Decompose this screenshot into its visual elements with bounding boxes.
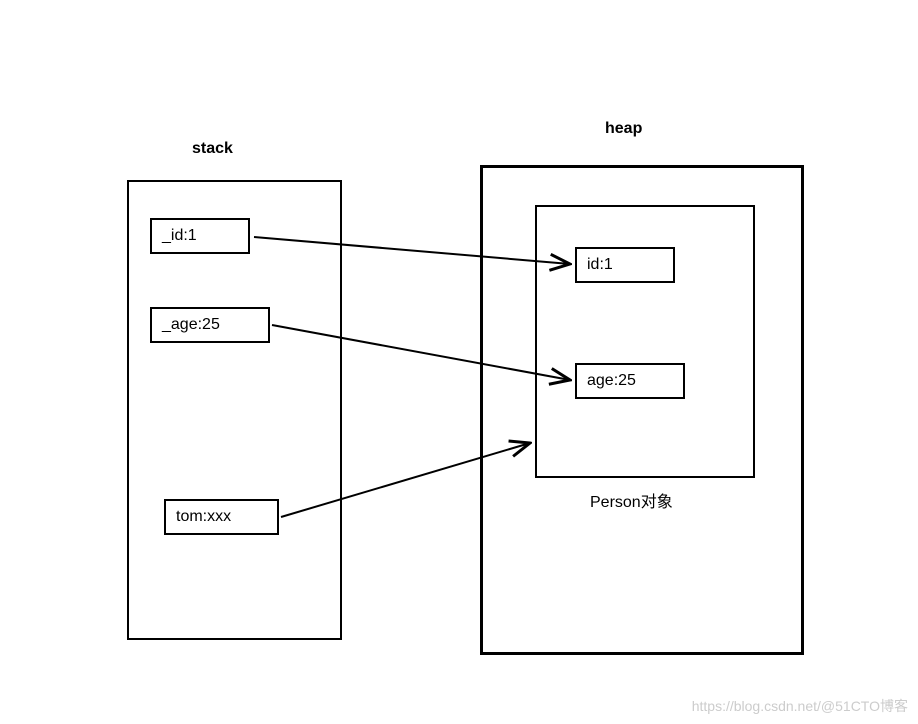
watermark: https://blog.csdn.net/@51CTO博客 xyxy=(692,696,908,716)
heap-item-age: age:25 xyxy=(575,363,685,399)
stack-item-age: _age:25 xyxy=(150,307,270,343)
heap-label: heap xyxy=(605,120,642,138)
stack-label: stack xyxy=(192,140,233,158)
stack-item-tom: tom:xxx xyxy=(164,499,279,535)
stack-item-id: _id:1 xyxy=(150,218,250,254)
heap-item-id: id:1 xyxy=(575,247,675,283)
person-object-box xyxy=(535,205,755,478)
person-object-label: Person对象 xyxy=(590,488,673,512)
